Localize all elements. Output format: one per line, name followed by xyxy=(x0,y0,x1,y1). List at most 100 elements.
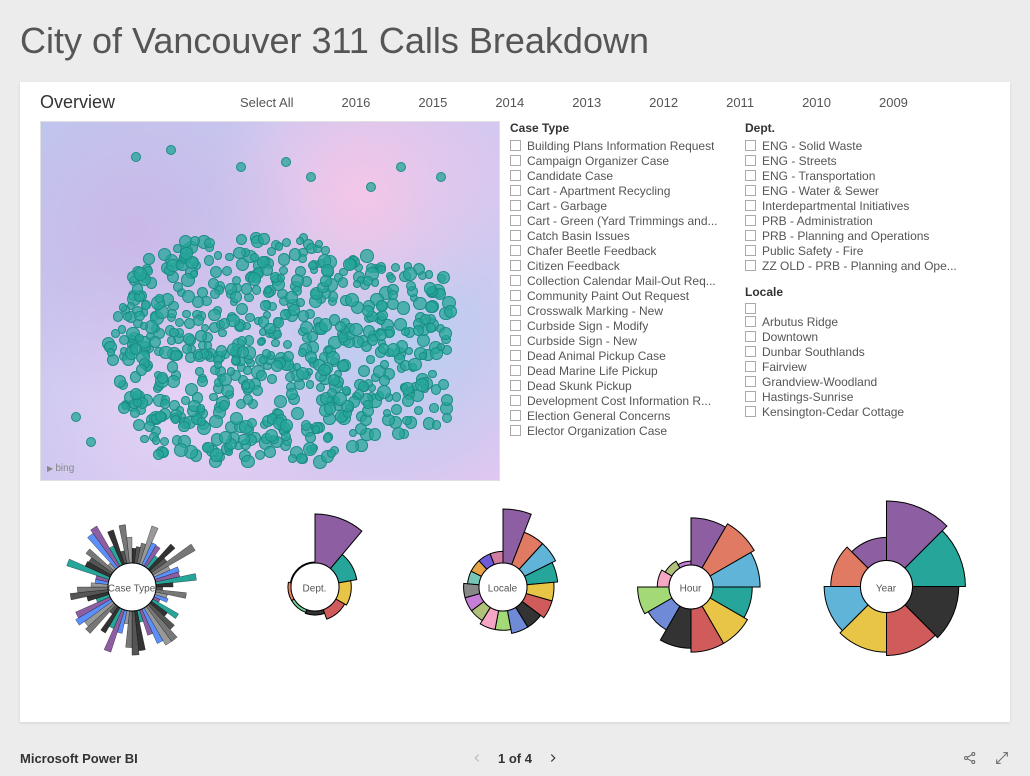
checkbox-icon[interactable] xyxy=(510,230,521,241)
aster-case-type[interactable]: Case Type xyxy=(57,512,207,667)
filter-dept[interactable]: Dept. ENG - Solid WasteENG - StreetsENG … xyxy=(745,121,960,273)
checkbox-icon[interactable] xyxy=(745,406,756,417)
year-button-2010[interactable]: 2010 xyxy=(802,95,831,110)
checkbox-icon[interactable] xyxy=(510,365,521,376)
dept-item[interactable]: PRB - Planning and Operations xyxy=(745,228,960,243)
powerbi-brand[interactable]: Microsoft Power BI xyxy=(20,751,138,766)
checkbox-icon[interactable] xyxy=(510,275,521,286)
filter-locale[interactable]: Locale Arbutus RidgeDowntownDunbar South… xyxy=(745,285,960,419)
checkbox-icon[interactable] xyxy=(510,410,521,421)
tab-overview[interactable]: Overview xyxy=(40,92,240,113)
checkbox-icon[interactable] xyxy=(745,361,756,372)
next-page-button[interactable] xyxy=(546,751,560,765)
aster-dept[interactable]: Dept. xyxy=(240,512,390,667)
year-button-2014[interactable]: 2014 xyxy=(495,95,524,110)
locale-item[interactable]: Fairview xyxy=(745,359,960,374)
checkbox-icon[interactable] xyxy=(510,350,521,361)
dept-item[interactable]: ENG - Streets xyxy=(745,153,960,168)
checkbox-icon[interactable] xyxy=(510,290,521,301)
checkbox-icon[interactable] xyxy=(510,380,521,391)
case-type-item[interactable]: Dead Animal Pickup Case xyxy=(510,348,735,363)
checkbox-icon[interactable] xyxy=(510,170,521,181)
checkbox-icon[interactable] xyxy=(510,425,521,436)
checkbox-icon[interactable] xyxy=(745,185,756,196)
checkbox-icon[interactable] xyxy=(510,305,521,316)
year-button-2016[interactable]: 2016 xyxy=(341,95,370,110)
year-button-2009[interactable]: 2009 xyxy=(879,95,908,110)
checkbox-icon[interactable] xyxy=(745,391,756,402)
checkbox-icon[interactable] xyxy=(510,395,521,406)
checkbox-icon[interactable] xyxy=(510,200,521,211)
checkbox-icon[interactable] xyxy=(510,320,521,331)
checkbox-icon[interactable] xyxy=(510,335,521,346)
checkbox-icon[interactable] xyxy=(745,346,756,357)
case-type-item[interactable]: Building Plans Information Request xyxy=(510,138,735,153)
locale-item[interactable]: Arbutus Ridge xyxy=(745,314,960,329)
checkbox-icon[interactable] xyxy=(745,303,756,314)
locale-item[interactable] xyxy=(745,302,960,314)
checkbox-icon[interactable] xyxy=(510,140,521,151)
year-button-2011[interactable]: 2011 xyxy=(726,95,754,110)
year-button-select-all[interactable]: Select All xyxy=(240,95,293,110)
case-type-item[interactable]: Election General Concerns xyxy=(510,408,735,423)
case-type-item[interactable]: Catch Basin Issues xyxy=(510,228,735,243)
year-button-2012[interactable]: 2012 xyxy=(649,95,678,110)
dept-item[interactable]: PRB - Administration xyxy=(745,213,960,228)
checkbox-icon[interactable] xyxy=(510,260,521,271)
dept-item[interactable]: ENG - Transportation xyxy=(745,168,960,183)
locale-item[interactable]: Hastings-Sunrise xyxy=(745,389,960,404)
case-type-item[interactable]: Citizen Feedback xyxy=(510,258,735,273)
fullscreen-icon[interactable] xyxy=(994,750,1010,766)
case-type-item[interactable]: Chafer Beetle Feedback xyxy=(510,243,735,258)
year-slicer[interactable]: Select All 2016 2015 2014 2013 2012 2011 2010 20… xyxy=(240,95,908,110)
case-type-item[interactable]: Dead Marine Life Pickup xyxy=(510,363,735,378)
checkbox-icon[interactable] xyxy=(510,215,521,226)
checkbox-icon[interactable] xyxy=(745,230,756,241)
case-type-item[interactable]: Elector Organization Case xyxy=(510,423,735,438)
dept-item[interactable]: Public Safety - Fire xyxy=(745,243,960,258)
case-type-item[interactable]: Collection Calendar Mail-Out Req... xyxy=(510,273,735,288)
year-button-2015[interactable]: 2015 xyxy=(418,95,447,110)
year-button-2013[interactable]: 2013 xyxy=(572,95,601,110)
checkbox-icon[interactable] xyxy=(510,155,521,166)
checkbox-icon[interactable] xyxy=(745,316,756,327)
checkbox-icon[interactable] xyxy=(745,376,756,387)
locale-item[interactable]: Kensington-Cedar Cottage xyxy=(745,404,960,419)
checkbox-icon[interactable] xyxy=(745,170,756,181)
map-point xyxy=(413,297,426,310)
locale-item[interactable]: Dunbar Southlands xyxy=(745,344,960,359)
checkbox-icon[interactable] xyxy=(745,331,756,342)
locale-item[interactable]: Grandview-Woodland xyxy=(745,374,960,389)
checkbox-icon[interactable] xyxy=(510,185,521,196)
case-type-item[interactable]: Candidate Case xyxy=(510,168,735,183)
dept-item[interactable]: ENG - Solid Waste xyxy=(745,138,960,153)
case-type-item[interactable]: Curbside Sign - Modify xyxy=(510,318,735,333)
dept-item[interactable]: Interdepartmental Initiatives xyxy=(745,198,960,213)
dept-item[interactable]: ZZ OLD - PRB - Planning and Ope... xyxy=(745,258,960,273)
dept-item[interactable]: ENG - Water & Sewer xyxy=(745,183,960,198)
checkbox-icon[interactable] xyxy=(745,245,756,256)
aster-locale[interactable]: Locale xyxy=(423,507,583,672)
aster-year[interactable]: Year xyxy=(799,499,974,679)
prev-page-button[interactable] xyxy=(470,751,484,765)
checkbox-icon[interactable] xyxy=(745,155,756,166)
case-type-item[interactable]: Dead Skunk Pickup xyxy=(510,378,735,393)
case-type-item[interactable]: Cart - Apartment Recycling xyxy=(510,183,735,198)
aster-hour[interactable]: Hour xyxy=(616,512,766,667)
case-type-item[interactable]: Cart - Green (Yard Trimmings and... xyxy=(510,213,735,228)
locale-item[interactable]: Downtown xyxy=(745,329,960,344)
checkbox-icon[interactable] xyxy=(510,245,521,256)
case-type-item[interactable]: Community Paint Out Request xyxy=(510,288,735,303)
case-type-item[interactable]: Development Cost Information R... xyxy=(510,393,735,408)
case-type-item[interactable]: Curbside Sign - New xyxy=(510,333,735,348)
checkbox-icon[interactable] xyxy=(745,260,756,271)
case-type-item[interactable]: Campaign Organizer Case xyxy=(510,153,735,168)
checkbox-icon[interactable] xyxy=(745,200,756,211)
share-icon[interactable] xyxy=(962,750,978,766)
case-type-item[interactable]: Cart - Garbage xyxy=(510,198,735,213)
map-visual[interactable]: bing xyxy=(40,121,500,481)
checkbox-icon[interactable] xyxy=(745,215,756,226)
case-type-item[interactable]: Crosswalk Marking - New xyxy=(510,303,735,318)
checkbox-icon[interactable] xyxy=(745,140,756,151)
filter-case-type[interactable]: Case Type Building Plans Information Req… xyxy=(510,121,735,481)
